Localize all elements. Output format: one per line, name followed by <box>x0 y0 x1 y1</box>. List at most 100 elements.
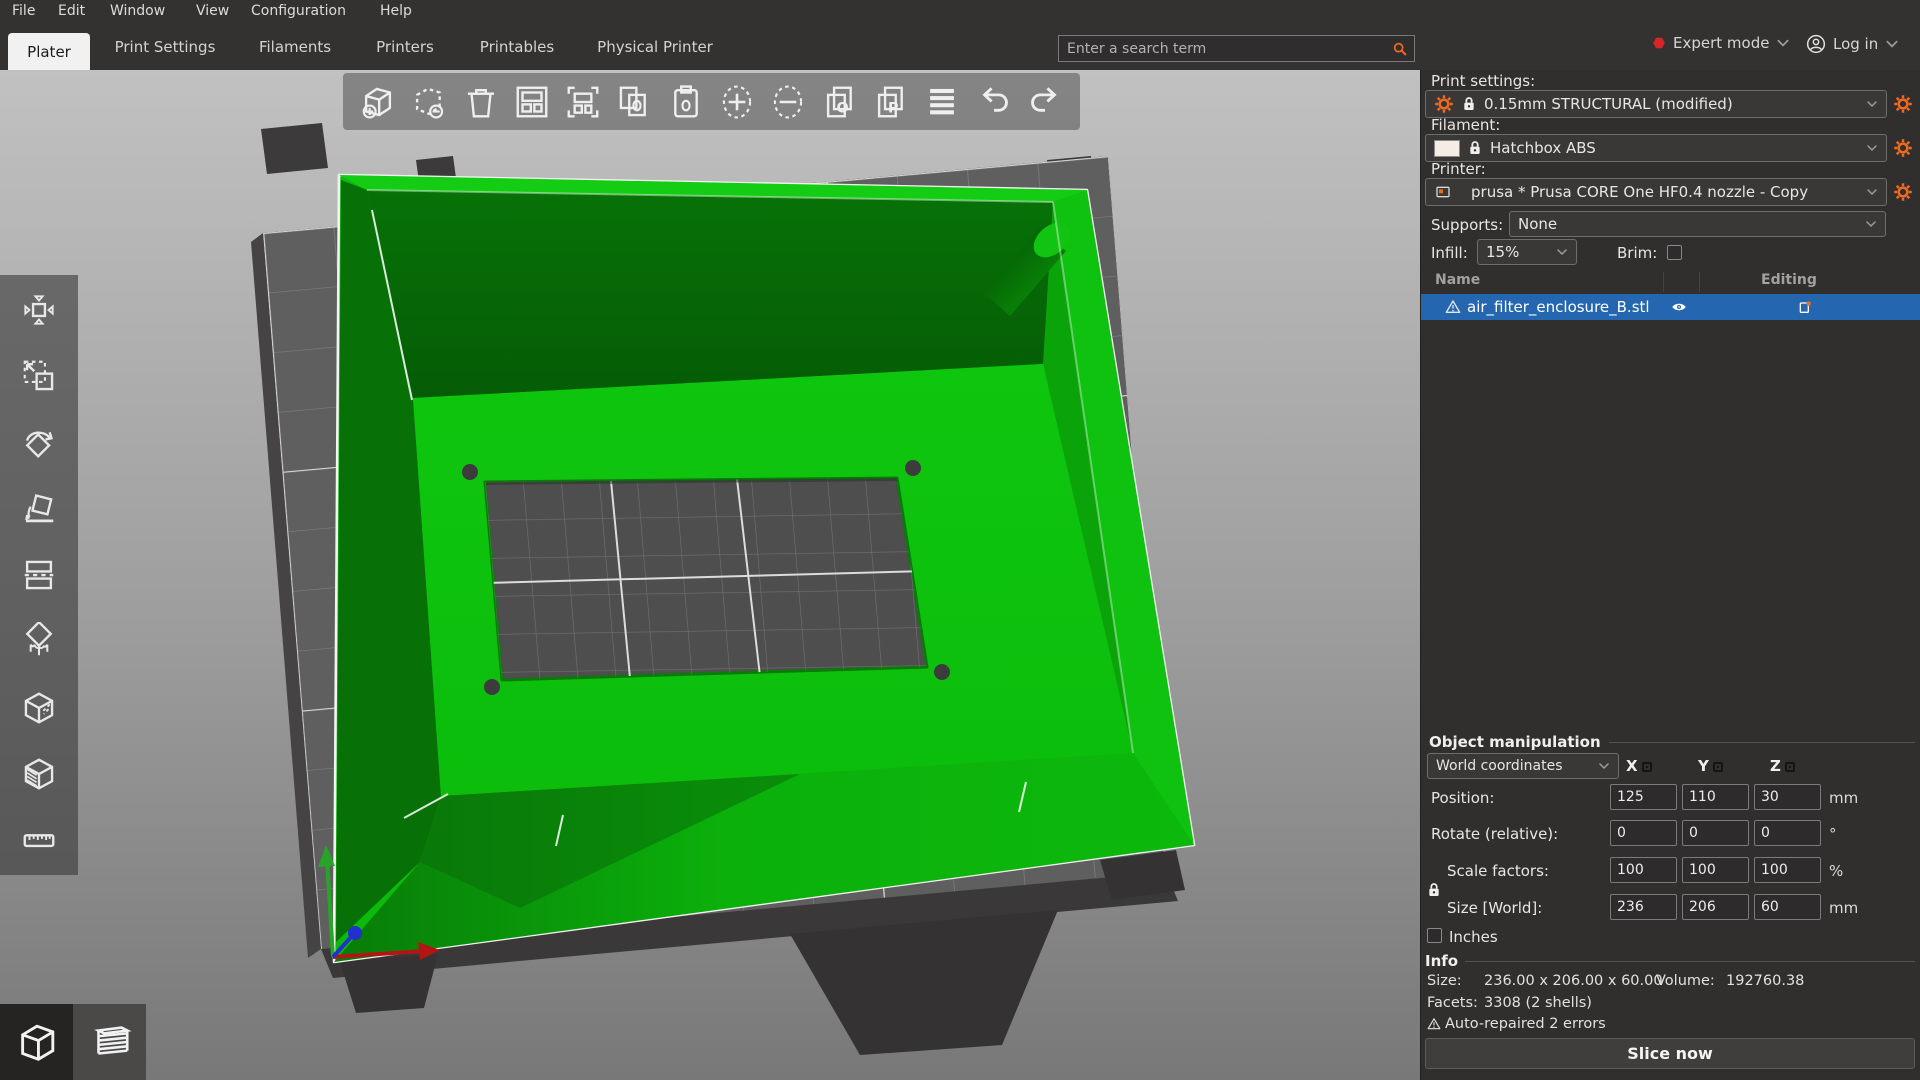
menu-bar: File Edit Window View Configuration Help <box>0 0 1920 24</box>
search-box[interactable] <box>1058 35 1415 62</box>
view-preview-icon[interactable] <box>73 1004 146 1080</box>
warning-icon <box>1427 1017 1441 1031</box>
axis-z-header: Z <box>1770 757 1795 775</box>
menu-configuration[interactable]: Configuration <box>251 3 346 19</box>
printer-gear-button[interactable] <box>1891 180 1915 204</box>
print-settings-gear-button[interactable] <box>1891 92 1915 116</box>
axis-y-icon <box>1713 762 1723 772</box>
person-icon <box>1806 34 1826 54</box>
login-label: Log in <box>1833 35 1878 53</box>
chevron-down-icon <box>1776 36 1790 50</box>
rotate-icon[interactable] <box>16 420 62 466</box>
search-input[interactable] <box>1059 41 1392 57</box>
info-title: Info <box>1425 952 1458 970</box>
rotate-x-input[interactable] <box>1610 820 1677 846</box>
axis-x-header: X <box>1626 757 1652 775</box>
info-size-label: Size: <box>1427 973 1462 989</box>
delete-all-icon[interactable] <box>460 81 502 123</box>
coordinates-value: World coordinates <box>1436 758 1591 774</box>
split-to-objects-icon[interactable] <box>819 81 861 123</box>
move-icon[interactable] <box>16 287 62 333</box>
warning-icon <box>1445 299 1461 315</box>
filament-gear-button[interactable] <box>1891 136 1915 160</box>
copy-icon[interactable] <box>613 81 655 123</box>
variable-layer-height-icon[interactable] <box>921 81 963 123</box>
chevron-down-icon <box>1598 760 1610 772</box>
position-z-input[interactable] <box>1754 784 1821 810</box>
tab-physical-printer[interactable]: Physical Printer <box>597 38 713 56</box>
add-instance-icon[interactable] <box>716 81 758 123</box>
viewport-3d[interactable] <box>0 70 1420 1080</box>
tab-print-settings[interactable]: Print Settings <box>115 38 216 56</box>
coordinates-combo[interactable]: World coordinates <box>1427 753 1619 779</box>
add-object-icon[interactable] <box>357 81 399 123</box>
filament-combo[interactable]: Hatchbox ABS <box>1425 134 1887 162</box>
size-z-input[interactable] <box>1754 894 1821 920</box>
menu-help[interactable]: Help <box>380 3 412 19</box>
arrange-selection-icon[interactable] <box>562 81 604 123</box>
scale-x-input[interactable] <box>1610 857 1677 883</box>
print-settings-combo[interactable]: 0.15mm STRUCTURAL (modified) <box>1425 90 1887 118</box>
seam-painting-icon[interactable] <box>16 685 62 731</box>
rotate-z-input[interactable] <box>1754 820 1821 846</box>
infill-combo[interactable]: 15% <box>1477 239 1577 265</box>
rotate-label: Rotate (relative): <box>1431 825 1558 843</box>
chevron-down-icon <box>1885 37 1899 51</box>
chevron-down-icon <box>1556 246 1568 258</box>
position-y-input[interactable] <box>1682 784 1749 810</box>
eye-icon[interactable] <box>1671 299 1687 315</box>
rotate-unit: ° <box>1829 825 1837 843</box>
delete-object-icon[interactable] <box>408 81 450 123</box>
expert-mode-selector[interactable]: Expert mode <box>1652 34 1790 52</box>
multimaterial-painting-icon[interactable] <box>16 751 62 797</box>
scale-z-input[interactable] <box>1754 857 1821 883</box>
menu-file[interactable]: File <box>12 3 35 19</box>
scale-y-input[interactable] <box>1682 857 1749 883</box>
paint-supports-icon[interactable] <box>16 618 62 664</box>
inches-checkbox[interactable] <box>1427 928 1442 943</box>
printer-combo[interactable]: prusa * Prusa CORE One HF0.4 nozzle - Co… <box>1425 178 1887 206</box>
measure-icon[interactable] <box>16 817 62 863</box>
printer-value: prusa * Prusa CORE One HF0.4 nozzle - Co… <box>1459 183 1859 201</box>
search-icon[interactable] <box>1392 41 1408 57</box>
info-volume-value: 192760.38 <box>1726 973 1804 989</box>
supports-combo[interactable]: None <box>1509 211 1886 237</box>
login-menu[interactable]: Log in <box>1806 34 1899 54</box>
cut-icon[interactable] <box>16 552 62 598</box>
arrange-icon[interactable] <box>511 81 553 123</box>
uniform-scale-lock-icon[interactable] <box>1426 882 1442 898</box>
chevron-down-icon <box>1866 98 1878 110</box>
position-x-input[interactable] <box>1610 784 1677 810</box>
supports-value: None <box>1518 215 1858 233</box>
paste-icon[interactable] <box>665 81 707 123</box>
split-to-parts-icon[interactable] <box>870 81 912 123</box>
printer-icon <box>1434 184 1452 200</box>
object-list-row[interactable]: air_filter_enclosure_B.stl <box>1421 294 1920 320</box>
tab-plater[interactable]: Plater <box>8 33 90 70</box>
position-unit: mm <box>1829 789 1858 807</box>
size-x-input[interactable] <box>1610 894 1677 920</box>
view-3d-editor-icon[interactable] <box>0 1004 73 1080</box>
floor-cutout <box>470 465 950 695</box>
tab-printables[interactable]: Printables <box>480 38 554 56</box>
rotate-y-input[interactable] <box>1682 820 1749 846</box>
printer-label: Printer: <box>1431 160 1486 178</box>
scale-icon[interactable] <box>16 353 62 399</box>
tab-printers[interactable]: Printers <box>376 38 434 56</box>
print-settings-value: 0.15mm STRUCTURAL (modified) <box>1484 95 1859 113</box>
size-y-input[interactable] <box>1682 894 1749 920</box>
tab-filaments[interactable]: Filaments <box>259 38 331 56</box>
slice-now-button[interactable]: Slice now <box>1425 1038 1915 1069</box>
redo-icon[interactable] <box>1024 81 1066 123</box>
place-on-face-icon[interactable] <box>16 486 62 532</box>
info-facets-label: Facets: <box>1427 995 1478 1011</box>
model-object[interactable] <box>334 175 1194 962</box>
undo-icon[interactable] <box>973 81 1015 123</box>
menu-view[interactable]: View <box>196 3 229 19</box>
menu-window[interactable]: Window <box>110 3 165 19</box>
brim-checkbox[interactable] <box>1667 245 1682 260</box>
edit-icon[interactable] <box>1797 299 1813 315</box>
menu-edit[interactable]: Edit <box>58 3 85 19</box>
remove-instance-icon[interactable] <box>767 81 809 123</box>
chevron-down-icon <box>1866 186 1878 198</box>
